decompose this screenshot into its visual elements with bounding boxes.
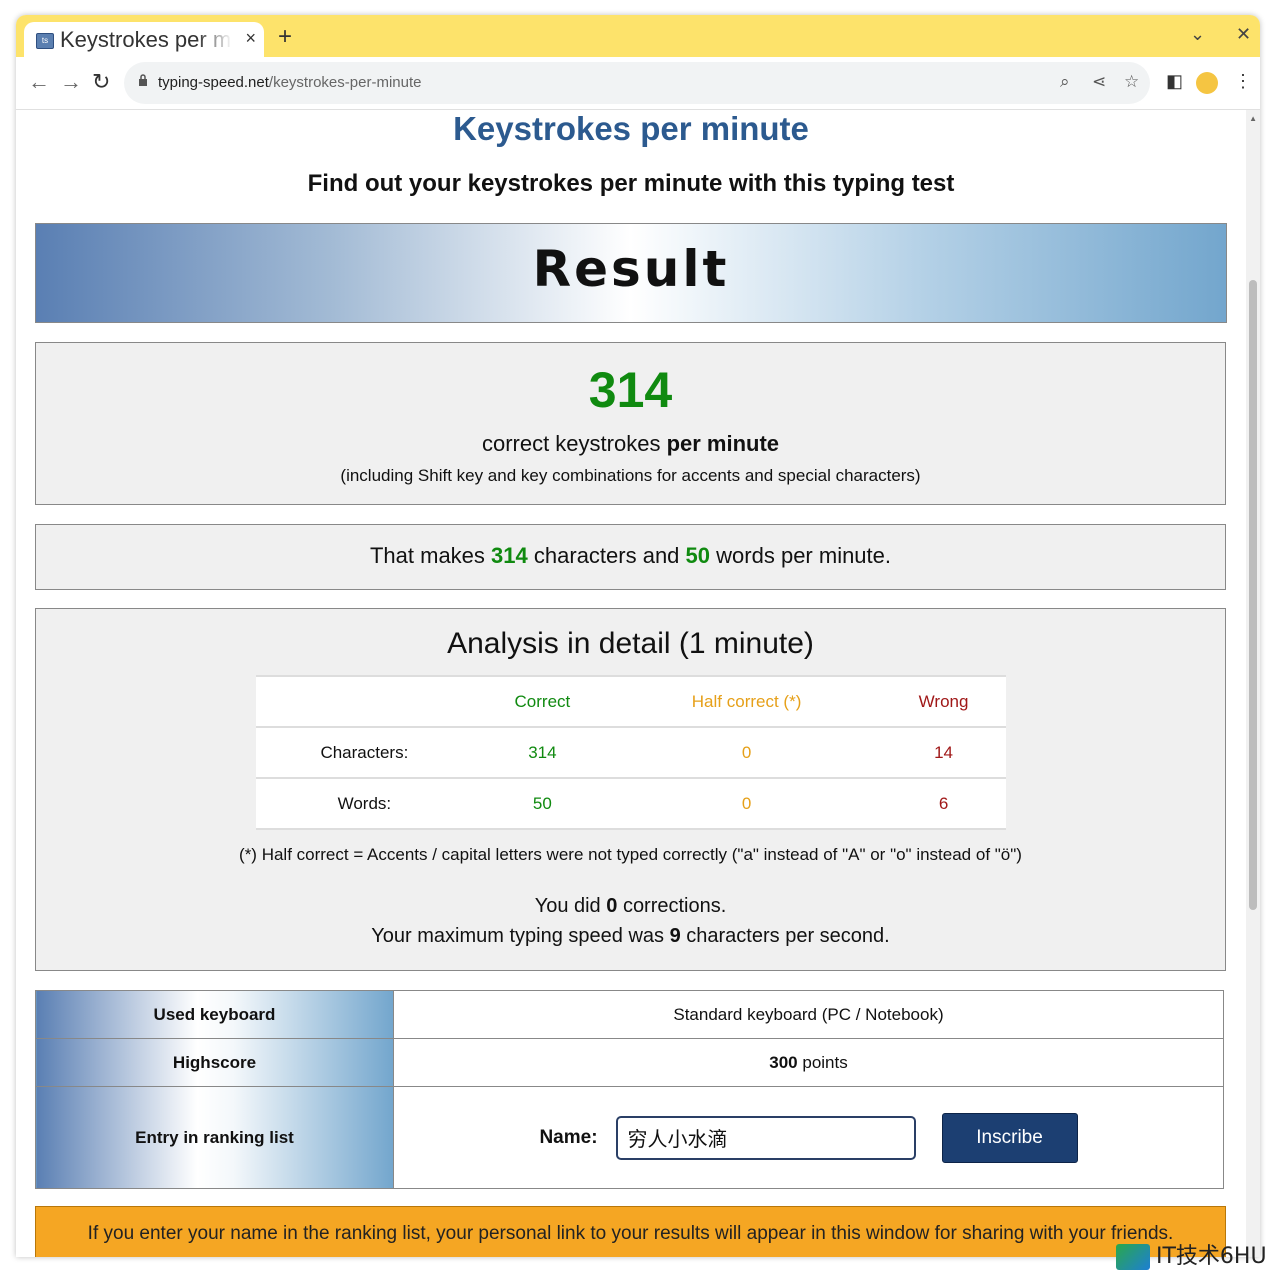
row-label: Characters:: [256, 726, 473, 779]
summary-chars: 314: [491, 543, 528, 568]
cell-half: 0: [612, 726, 882, 779]
table-row: Words: 50 0 6: [256, 777, 1006, 830]
summary-mid: characters and: [533, 543, 680, 568]
active-tab[interactable]: ts Keystrokes per minute ×: [24, 22, 264, 57]
analysis-title: Analysis in detail (1 minute): [447, 627, 814, 660]
max-speed-text: Your maximum typing speed was 9 characte…: [36, 925, 1225, 948]
tab-bar: ts Keystrokes per minute × + ⌄ ✕: [16, 15, 1260, 57]
lock-icon: [139, 74, 147, 86]
profile-avatar[interactable]: [1196, 72, 1218, 94]
cell-correct: 314: [472, 726, 613, 779]
chevron-down-icon[interactable]: ⌄: [1190, 24, 1205, 45]
highscore-cell: 300 points: [393, 1038, 1224, 1087]
details-table: Used keyboard Standard keyboard (PC / No…: [35, 990, 1224, 1189]
ranking-cell: Name: 穷人小水滴 Inscribe: [393, 1086, 1224, 1189]
ranking-row: Entry in ranking list Name: 穷人小水滴 Inscribe: [35, 1086, 1224, 1189]
summary-box: That makes 314 characters and 50 words p…: [35, 524, 1226, 590]
kpm-note: (including Shift key and key combination…: [340, 466, 921, 485]
result-banner: Result: [35, 223, 1227, 323]
info-banner: If you enter your name in the ranking li…: [35, 1206, 1226, 1257]
ranking-label: Entry in ranking list: [35, 1086, 394, 1189]
url-text: typing-speed.net/keystrokes-per-minute: [158, 74, 421, 91]
result-heading: Result: [532, 240, 730, 298]
back-icon[interactable]: ←: [28, 69, 50, 95]
table-header-row: Correct Half correct (*) Wrong: [256, 675, 1006, 728]
highscore-unit: points: [802, 1052, 848, 1072]
summary-text: That makes 314 characters and 50 words p…: [36, 543, 1225, 569]
address-bar[interactable]: typing-speed.net/keystrokes-per-minute ⌕…: [124, 62, 1150, 104]
favicon-icon: ts: [36, 33, 54, 49]
scrollbar-thumb[interactable]: [1249, 280, 1257, 910]
tab-close-icon[interactable]: ×: [245, 28, 256, 49]
table-row: Characters: 314 0 14: [256, 726, 1006, 779]
page-content: ▲ Keystrokes per minute Find out your ke…: [16, 110, 1260, 1257]
keyboard-label: Used keyboard: [35, 990, 394, 1039]
analysis-table: Correct Half correct (*) Wrong Character…: [256, 675, 1006, 830]
keyboard-value: Standard keyboard (PC / Notebook): [393, 990, 1224, 1039]
summary-prefix: That makes: [369, 543, 485, 568]
page-subtitle: Find out your keystrokes per minute with…: [307, 170, 955, 197]
header-wrong: Wrong: [881, 675, 1006, 728]
menu-kebab-icon[interactable]: ⋮: [1234, 71, 1252, 92]
url-domain: typing-speed.net: [158, 74, 269, 91]
share-icon[interactable]: ⋖: [1092, 72, 1106, 92]
cell-wrong: 14: [881, 726, 1006, 779]
highscore-label: Highscore: [35, 1038, 394, 1087]
summary-suffix: words per minute.: [716, 543, 892, 568]
max-value: 9: [669, 925, 681, 947]
corrections-suffix: corrections.: [622, 895, 727, 917]
name-input[interactable]: 穷人小水滴: [615, 1115, 916, 1160]
kpm-text: correct keystrokes: [481, 431, 661, 456]
cell-wrong: 6: [881, 777, 1006, 830]
header-empty: [256, 675, 473, 728]
row-label: Words:: [256, 777, 473, 830]
new-tab-icon[interactable]: +: [278, 23, 292, 51]
tab-title: Keystrokes per minute: [60, 27, 232, 52]
corrections-prefix: You did: [534, 895, 601, 917]
max-suffix: characters per second.: [686, 925, 890, 947]
reload-icon[interactable]: ↻: [92, 69, 110, 95]
name-label: Name:: [539, 1126, 598, 1148]
kpm-box: 314 correct keystrokes per minute (inclu…: [35, 342, 1226, 505]
summary-words: 50: [685, 543, 711, 568]
highscore-value: 300: [769, 1052, 798, 1072]
scroll-up-icon[interactable]: ▲: [1249, 114, 1257, 123]
browser-window: ts Keystrokes per minute × + ⌄ ✕ ← → ↻ t…: [16, 15, 1260, 1257]
watermark-logo-icon: [1116, 1244, 1150, 1270]
corrections-value: 0: [606, 895, 618, 917]
kpm-label: correct keystrokes per minute: [36, 431, 1225, 457]
header-half: Half correct (*): [612, 675, 882, 728]
forward-icon[interactable]: →: [60, 69, 82, 95]
watermark: IT技术6HU: [1116, 1238, 1272, 1270]
scrollbar[interactable]: ▲: [1246, 110, 1260, 1257]
close-window-icon[interactable]: ✕: [1236, 24, 1251, 45]
cell-half: 0: [612, 777, 882, 830]
half-correct-note: (*) Half correct = Accents / capital let…: [239, 845, 1022, 864]
keyboard-row: Used keyboard Standard keyboard (PC / No…: [35, 990, 1224, 1039]
kpm-value: 314: [588, 362, 673, 418]
cell-correct: 50: [472, 777, 613, 830]
side-panel-icon[interactable]: ◧: [1166, 71, 1183, 92]
header-correct: Correct: [472, 675, 613, 728]
page-title: Keystrokes per minute: [453, 110, 809, 147]
corrections-text: You did 0 corrections.: [36, 895, 1225, 918]
bookmark-star-icon[interactable]: ☆: [1124, 72, 1139, 92]
inscribe-button[interactable]: Inscribe: [941, 1112, 1078, 1163]
watermark-text: IT技术6HU: [1156, 1244, 1267, 1269]
zoom-icon[interactable]: ⌕: [1060, 72, 1070, 92]
max-prefix: Your maximum typing speed was: [371, 925, 665, 947]
url-path: /keystrokes-per-minute: [268, 74, 422, 91]
analysis-box: Analysis in detail (1 minute) Correct Ha…: [35, 608, 1226, 971]
kpm-bold: per minute: [666, 431, 780, 456]
browser-toolbar: ← → ↻ typing-speed.net/keystrokes-per-mi…: [16, 57, 1260, 110]
highscore-row: Highscore 300 points: [35, 1038, 1224, 1087]
